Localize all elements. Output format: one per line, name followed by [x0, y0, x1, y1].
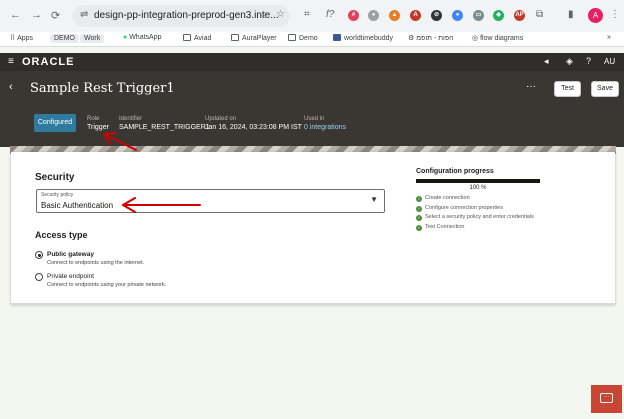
forward-arrow-icon[interactable]: → [31, 9, 42, 21]
role-label: Role [87, 116, 100, 122]
progress-step: ✓ Configure connection properties [416, 205, 503, 212]
oracle-logo: ORACLE [22, 56, 75, 68]
bookmark-auraplayer[interactable]: AuraPlayer [231, 34, 277, 42]
security-heading: Security [35, 172, 75, 183]
bookmark-apps[interactable]: ⠿ Apps [10, 34, 33, 42]
check-circle-icon: ✓ [416, 196, 422, 202]
screenshot-icon[interactable]: ⌗ [304, 9, 310, 20]
chrome-extension-icon[interactable]: ● [452, 10, 463, 21]
url-text: design-pp-integration-preprod-gen3.inte.… [94, 10, 279, 21]
gear-icon: ⚙ [408, 35, 417, 42]
test-button[interactable]: Test [554, 81, 581, 97]
oracle-header: ≡ ORACLE ◂ ◈ ? AU [0, 53, 624, 71]
more-actions-icon[interactable]: ··· [526, 81, 536, 92]
color-extension-icon[interactable]: ◆ [493, 10, 504, 21]
bookmarks-bar: ⠿ Apps DEMO Work ● WhatsApp Aviad AuraPl… [0, 32, 624, 47]
formula-extension-icon[interactable]: f? [326, 9, 334, 20]
identifier-label: Identifier [119, 116, 143, 122]
folder-icon [231, 34, 239, 41]
used-in-label: Used in [304, 116, 325, 122]
browser-toolbar: ← → ⟳ ⇌ design-pp-integration-preprod-ge… [0, 0, 624, 32]
connection-card: Security Security policy Basic Authentic… [11, 152, 615, 304]
check-circle-icon: ✓ [416, 215, 422, 221]
private-endpoint-radio[interactable] [35, 273, 43, 281]
block-extension-icon[interactable]: ⊘ [431, 10, 442, 21]
bookmark-star-icon[interactable]: ☆ [276, 9, 285, 20]
role-value: Trigger [87, 124, 109, 131]
save-button[interactable]: Save [591, 81, 619, 97]
address-bar[interactable]: ⇌ design-pp-integration-preprod-gen3.int… [72, 5, 290, 27]
bookmark-demo-tag[interactable]: DEMO [50, 34, 79, 43]
identifier-meta: Identifier SAMPLE_REST_TRIGGER1 [119, 116, 210, 131]
private-endpoint-label: Private endpoint [47, 273, 94, 280]
card-bottom-divider [10, 303, 616, 305]
check-circle-icon: ✓ [416, 206, 422, 212]
identifier-value: SAMPLE_REST_TRIGGER1 [119, 124, 210, 131]
public-gateway-description: Connect to endpoints using the internet. [47, 260, 145, 266]
page-header: ‹ Sample Rest Trigger1 ··· Test Save Con… [0, 71, 624, 147]
shield-extension-icon[interactable]: ▲ [389, 10, 400, 21]
more-vert-icon[interactable]: ⋮ [610, 9, 620, 20]
slack-extension-icon[interactable]: # [348, 10, 359, 21]
reload-icon[interactable]: ⟳ [51, 9, 60, 22]
chat-bubble-icon: ··· [600, 393, 613, 403]
progress-step: ✓ Test Connection [416, 224, 465, 231]
announcement-icon[interactable]: ◂ [544, 56, 549, 67]
access-type-heading: Access type [35, 230, 88, 240]
sidebar-icon[interactable]: ▮ [568, 9, 574, 20]
role-meta: Role Trigger [87, 116, 109, 131]
progress-percent: 100 % [469, 185, 487, 191]
security-policy-select[interactable]: Security policy Basic Authentication ▼ [36, 189, 385, 213]
check-circle-icon: ✓ [416, 225, 422, 231]
security-policy-label: Security policy [41, 192, 74, 198]
folder-icon [288, 34, 296, 41]
zoom-icon[interactable]: ⌕ [262, 9, 268, 20]
chevron-down-icon: ▼ [370, 195, 378, 204]
bookmark-work-tag[interactable]: Work [80, 34, 105, 43]
security-policy-value: Basic Authentication [41, 201, 114, 210]
profile-avatar[interactable]: A [588, 8, 603, 23]
updated-label: Updated on [205, 116, 237, 122]
public-gateway-label: Public gateway [47, 251, 94, 258]
dev-extension-icon[interactable]: ● [368, 10, 379, 21]
public-gateway-radio[interactable] [35, 251, 43, 259]
back-arrow-icon[interactable]: ← [10, 9, 21, 21]
folder-icon [183, 34, 191, 41]
bookmark-demo[interactable]: Demo [288, 34, 318, 42]
notifications-bell-icon[interactable]: ◈ [566, 56, 573, 67]
hamburger-menu-icon[interactable]: ≡ [8, 56, 14, 67]
updated-value: Jan 16, 2024, 03:23:08 PM IST [205, 124, 302, 131]
site-settings-icon[interactable]: ⇌ [80, 9, 88, 20]
bookmarks-overflow-icon[interactable]: » [607, 34, 611, 41]
status-badge: Configured [34, 114, 76, 132]
globe-icon: ◎ [472, 35, 481, 42]
bookmark-flow-diagrams[interactable]: ◎ flow diagrams [472, 34, 523, 42]
bookmark-worldtimebuddy[interactable]: worldtimebuddy [333, 34, 393, 42]
updated-meta: Updated on Jan 16, 2024, 03:23:08 PM IST [205, 116, 302, 131]
progress-step: ✓ Create connection [416, 195, 470, 202]
chat-button[interactable]: ··· [591, 385, 622, 413]
used-in-meta: Used in 0 integrations [304, 116, 346, 131]
progress-heading: Configuration progress [416, 168, 494, 175]
window-extension-icon[interactable]: ▭ [473, 10, 484, 21]
bookmark-whatsapp[interactable]: ● WhatsApp [123, 34, 161, 41]
used-in-link[interactable]: 0 integrations [304, 124, 346, 131]
progress-bar-fill [416, 179, 540, 183]
bookmark-aviad[interactable]: Aviad [183, 34, 211, 42]
back-chevron-icon[interactable]: ‹ [9, 81, 13, 93]
progress-step: ✓ Select a security policy and enter cred… [416, 214, 534, 221]
angular-extension-icon[interactable]: A [410, 10, 421, 21]
progress-bar [416, 179, 540, 183]
help-icon[interactable]: ? [586, 56, 591, 66]
extensions-puzzle-icon[interactable]: ⧉ [536, 9, 543, 20]
user-menu[interactable]: AU [604, 57, 615, 66]
worldtimebuddy-icon [333, 34, 341, 41]
ap-extension-icon[interactable]: AP [514, 10, 525, 21]
bookmark-hebrew[interactable]: ⚙ הפות - תופמ [408, 34, 454, 42]
page-title: Sample Rest Trigger1 [30, 81, 175, 96]
private-endpoint-description: Connect to endpoints using your private … [47, 282, 167, 288]
